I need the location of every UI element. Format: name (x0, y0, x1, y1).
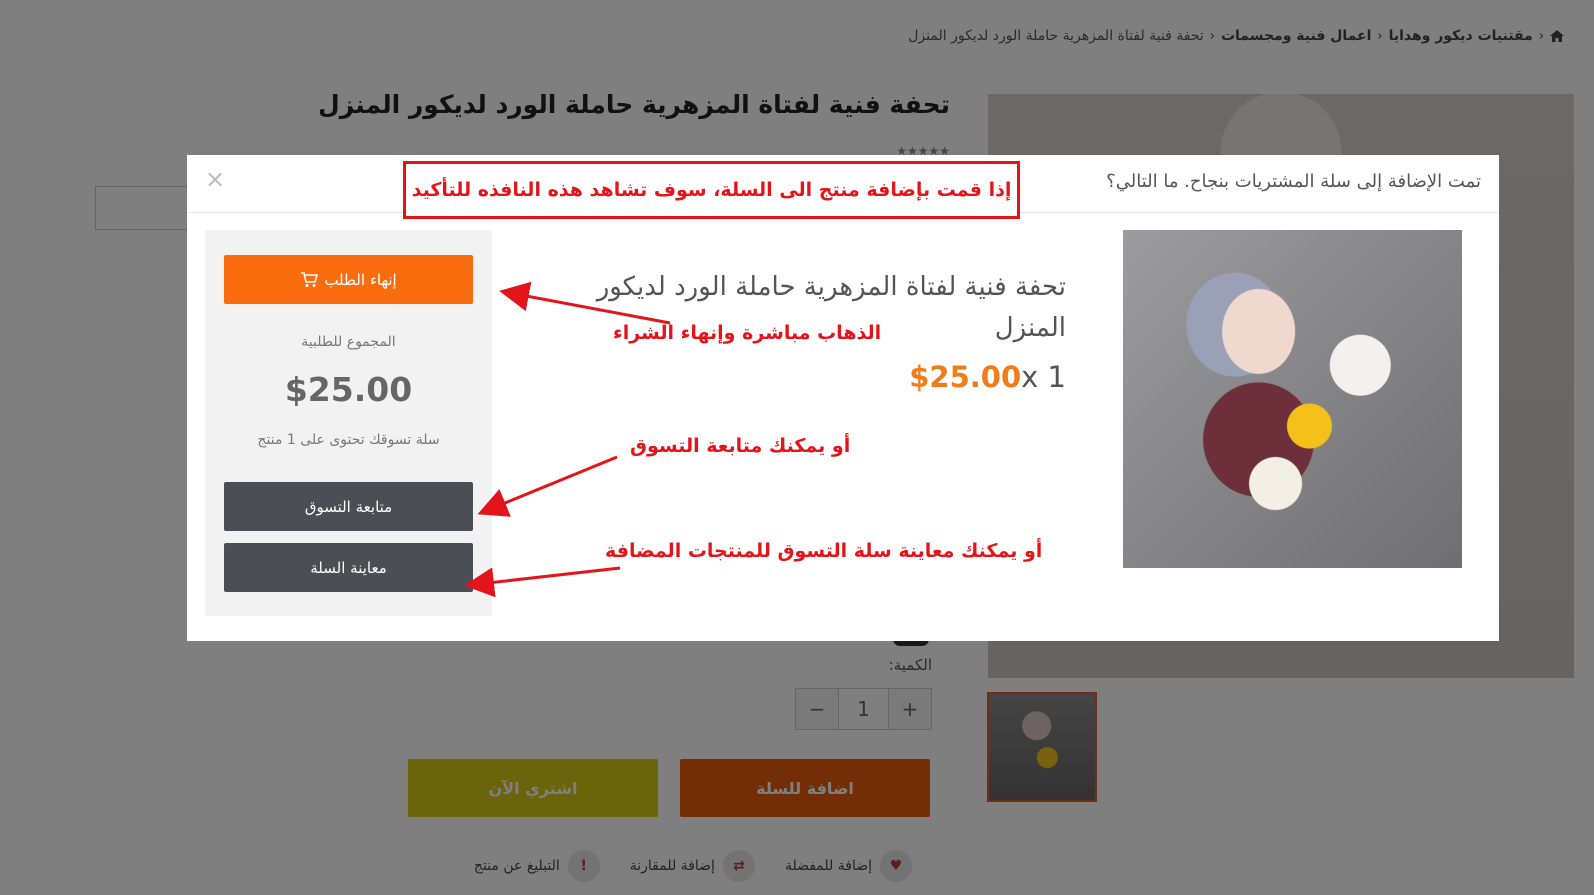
annotation-box: إذا قمت بإضافة منتج الى السلة، سوف تشاهد… (403, 161, 1020, 219)
annotation-checkout-hint: الذهاب مباشرة وإنهاء الشراء (613, 322, 882, 344)
annotation-view-cart-hint: أو يمكنك معاينة سلة التسوق للمنتجات المض… (605, 540, 1043, 562)
cart-total-value: $25.00 (284, 370, 413, 409)
annotation-box-text: إذا قمت بإضافة منتج الى السلة، سوف تشاهد… (411, 179, 1012, 201)
annotation-continue-hint: أو يمكنك متابعة التسوق (630, 435, 851, 457)
cart-summary-panel: إنهاء الطلب المجموع للطلبية $25.00 سلة ت… (205, 230, 492, 616)
modal-price-line: $25.00x 1 (909, 360, 1066, 394)
modal-product-image (1123, 230, 1462, 568)
added-to-cart-modal: تمت الإضافة إلى سلة المشتريات بنجاح. ما … (187, 155, 1499, 641)
product-page: ‹ مقتنيات ديكور وهدايا ‹ اعمال فنية ومجس… (0, 0, 1594, 895)
checkout-label: إنهاء الطلب (324, 270, 397, 289)
cart-count-text: سلة تسوقك تحتوى على 1 منتج (257, 432, 440, 448)
cart-total-label: المجموع للطلبية (301, 334, 396, 350)
checkout-button[interactable]: إنهاء الطلب (224, 255, 473, 304)
close-icon[interactable]: × (205, 165, 225, 193)
modal-title: تمت الإضافة إلى سلة المشتريات بنجاح. ما … (1106, 171, 1481, 192)
modal-multiplier: x (1021, 360, 1039, 394)
cart-icon (301, 271, 319, 287)
modal-quantity: 1 (1047, 360, 1066, 394)
continue-shopping-button[interactable]: متابعة التسوق (224, 482, 473, 531)
modal-price: $25.00 (909, 360, 1022, 394)
view-cart-button[interactable]: معاينة السلة (224, 543, 473, 592)
